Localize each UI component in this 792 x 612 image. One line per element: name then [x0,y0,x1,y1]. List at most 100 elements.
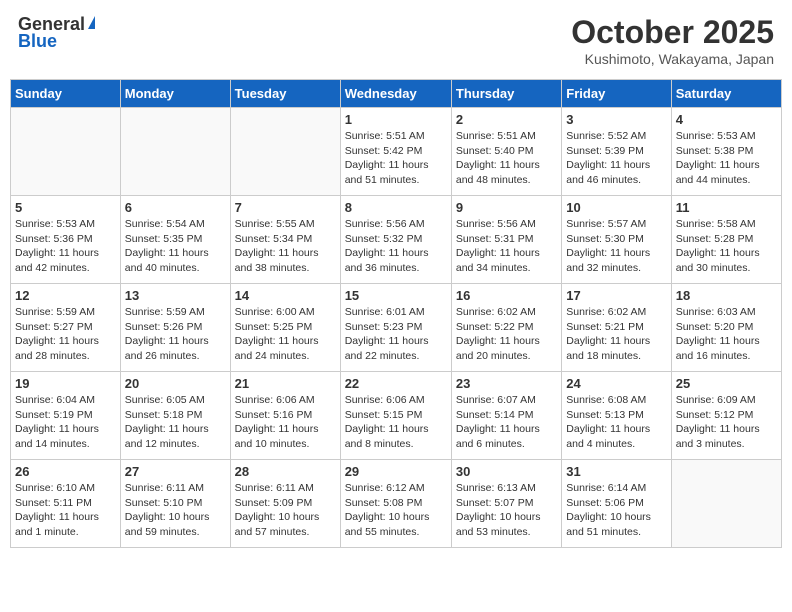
title-section: October 2025 Kushimoto, Wakayama, Japan [571,14,774,67]
day-cell-27: 27Sunrise: 6:11 AM Sunset: 5:10 PM Dayli… [120,460,230,548]
header-day-thursday: Thursday [451,80,561,108]
empty-cell [11,108,121,196]
day-cell-8: 8 Sunrise: 5:56 AM Sunset: 5:32 PM Daylig… [340,196,451,284]
day-number: 21 [235,376,336,391]
day-cell-12: 12 Sunrise: 5:59 AM Sunset: 5:27 PM Dayli… [11,284,121,372]
day-detail: Sunrise: 5:59 AM Sunset: 5:26 PM Dayligh… [125,305,226,364]
day-number: 8 [345,200,447,215]
day-number: 24 [566,376,666,391]
day-detail: Sunrise: 5:55 AM Sunset: 5:34 PM Dayligh… [235,217,336,276]
day-number: 15 [345,288,447,303]
header-day-wednesday: Wednesday [340,80,451,108]
day-cell-20: 20 Sunrise: 6:05 AM Sunset: 5:18 PM Dayli… [120,372,230,460]
day-cell-13: 13Sunrise: 5:59 AM Sunset: 5:26 PM Dayli… [120,284,230,372]
day-cell-24: 24 Sunrise: 6:08 AM Sunset: 5:13 PM Dayli… [562,372,671,460]
day-detail: Sunrise: 5:53 AM Sunset: 5:38 PM Dayligh… [676,129,777,188]
day-detail: Sunrise: 6:06 AM Sunset: 5:15 PM Dayligh… [345,393,447,452]
day-detail: Sunrise: 6:11 AM Sunset: 5:10 PM Dayligh… [125,481,226,540]
day-detail: Sunrise: 6:11 AM Sunset: 5:09 PM Dayligh… [235,481,336,540]
header-day-sunday: Sunday [11,80,121,108]
day-cell-5: 5 Sunrise: 5:53 AM Sunset: 5:36 PM Daylig… [11,196,121,284]
day-number: 30 [456,464,557,479]
day-cell-23: 23 Sunrise: 6:07 AM Sunset: 5:14 PM Dayli… [451,372,561,460]
day-cell-9: 9Sunrise: 5:56 AM Sunset: 5:31 PM Daylig… [451,196,561,284]
calendar-table: SundayMondayTuesdayWednesdayThursdayFrid… [10,79,782,548]
day-number: 20 [125,376,226,391]
day-number: 19 [15,376,116,391]
week-row-4: 19 Sunrise: 6:04 AM Sunset: 5:19 PM Dayli… [11,372,782,460]
logo-triangle-icon [88,16,95,29]
day-number: 3 [566,112,666,127]
day-detail: Sunrise: 6:10 AM Sunset: 5:11 PM Dayligh… [15,481,116,540]
day-number: 17 [566,288,666,303]
day-cell-14: 14Sunrise: 6:00 AM Sunset: 5:25 PM Dayli… [230,284,340,372]
day-cell-25: 25 Sunrise: 6:09 AM Sunset: 5:12 PM Dayli… [671,372,781,460]
day-detail: Sunrise: 6:06 AM Sunset: 5:16 PM Dayligh… [235,393,336,452]
day-detail: Sunrise: 6:08 AM Sunset: 5:13 PM Dayligh… [566,393,666,452]
day-number: 4 [676,112,777,127]
day-detail: Sunrise: 5:51 AM Sunset: 5:42 PM Dayligh… [345,129,447,188]
day-number: 14 [235,288,336,303]
day-detail: Sunrise: 5:53 AM Sunset: 5:36 PM Dayligh… [15,217,116,276]
day-number: 23 [456,376,557,391]
logo-blue-text: Blue [18,31,57,52]
day-number: 6 [125,200,226,215]
day-cell-22: 22 Sunrise: 6:06 AM Sunset: 5:15 PM Dayli… [340,372,451,460]
week-row-3: 12 Sunrise: 5:59 AM Sunset: 5:27 PM Dayli… [11,284,782,372]
day-number: 18 [676,288,777,303]
day-detail: Sunrise: 5:59 AM Sunset: 5:27 PM Dayligh… [15,305,116,364]
day-detail: Sunrise: 5:56 AM Sunset: 5:32 PM Dayligh… [345,217,447,276]
day-detail: Sunrise: 6:13 AM Sunset: 5:07 PM Dayligh… [456,481,557,540]
day-cell-10: 10Sunrise: 5:57 AM Sunset: 5:30 PM Dayli… [562,196,671,284]
day-detail: Sunrise: 6:03 AM Sunset: 5:20 PM Dayligh… [676,305,777,364]
day-detail: Sunrise: 6:12 AM Sunset: 5:08 PM Dayligh… [345,481,447,540]
day-cell-1: 1Sunrise: 5:51 AM Sunset: 5:42 PM Daylig… [340,108,451,196]
header-day-monday: Monday [120,80,230,108]
day-number: 16 [456,288,557,303]
day-number: 5 [15,200,116,215]
day-cell-19: 19 Sunrise: 6:04 AM Sunset: 5:19 PM Dayli… [11,372,121,460]
day-cell-6: 6 Sunrise: 5:54 AM Sunset: 5:35 PM Daylig… [120,196,230,284]
week-row-1: 1Sunrise: 5:51 AM Sunset: 5:42 PM Daylig… [11,108,782,196]
day-number: 22 [345,376,447,391]
day-cell-16: 16Sunrise: 6:02 AM Sunset: 5:22 PM Dayli… [451,284,561,372]
day-cell-21: 21 Sunrise: 6:06 AM Sunset: 5:16 PM Dayli… [230,372,340,460]
day-number: 28 [235,464,336,479]
day-detail: Sunrise: 5:54 AM Sunset: 5:35 PM Dayligh… [125,217,226,276]
day-cell-18: 18 Sunrise: 6:03 AM Sunset: 5:20 PM Dayli… [671,284,781,372]
day-detail: Sunrise: 5:58 AM Sunset: 5:28 PM Dayligh… [676,217,777,276]
week-row-5: 26Sunrise: 6:10 AM Sunset: 5:11 PM Dayli… [11,460,782,548]
day-number: 31 [566,464,666,479]
day-detail: Sunrise: 6:07 AM Sunset: 5:14 PM Dayligh… [456,393,557,452]
calendar-body: 1Sunrise: 5:51 AM Sunset: 5:42 PM Daylig… [11,108,782,548]
day-detail: Sunrise: 6:09 AM Sunset: 5:12 PM Dayligh… [676,393,777,452]
month-title: October 2025 [571,14,774,51]
week-row-2: 5 Sunrise: 5:53 AM Sunset: 5:36 PM Daylig… [11,196,782,284]
day-number: 12 [15,288,116,303]
header: General Blue October 2025 Kushimoto, Wak… [10,10,782,71]
day-cell-26: 26Sunrise: 6:10 AM Sunset: 5:11 PM Dayli… [11,460,121,548]
calendar-header: SundayMondayTuesdayWednesdayThursdayFrid… [11,80,782,108]
day-number: 29 [345,464,447,479]
header-day-friday: Friday [562,80,671,108]
header-day-tuesday: Tuesday [230,80,340,108]
day-cell-30: 30 Sunrise: 6:13 AM Sunset: 5:07 PM Dayli… [451,460,561,548]
day-detail: Sunrise: 6:01 AM Sunset: 5:23 PM Dayligh… [345,305,447,364]
day-detail: Sunrise: 5:57 AM Sunset: 5:30 PM Dayligh… [566,217,666,276]
logo: General Blue [18,14,95,52]
day-number: 9 [456,200,557,215]
day-cell-4: 4 Sunrise: 5:53 AM Sunset: 5:38 PM Daylig… [671,108,781,196]
day-detail: Sunrise: 5:52 AM Sunset: 5:39 PM Dayligh… [566,129,666,188]
header-day-saturday: Saturday [671,80,781,108]
day-cell-2: 2 Sunrise: 5:51 AM Sunset: 5:40 PM Daylig… [451,108,561,196]
day-cell-31: 31Sunrise: 6:14 AM Sunset: 5:06 PM Dayli… [562,460,671,548]
day-detail: Sunrise: 5:51 AM Sunset: 5:40 PM Dayligh… [456,129,557,188]
day-number: 2 [456,112,557,127]
empty-cell [120,108,230,196]
day-detail: Sunrise: 6:04 AM Sunset: 5:19 PM Dayligh… [15,393,116,452]
day-cell-17: 17Sunrise: 6:02 AM Sunset: 5:21 PM Dayli… [562,284,671,372]
day-detail: Sunrise: 6:05 AM Sunset: 5:18 PM Dayligh… [125,393,226,452]
day-number: 11 [676,200,777,215]
day-cell-3: 3 Sunrise: 5:52 AM Sunset: 5:39 PM Daylig… [562,108,671,196]
day-number: 25 [676,376,777,391]
